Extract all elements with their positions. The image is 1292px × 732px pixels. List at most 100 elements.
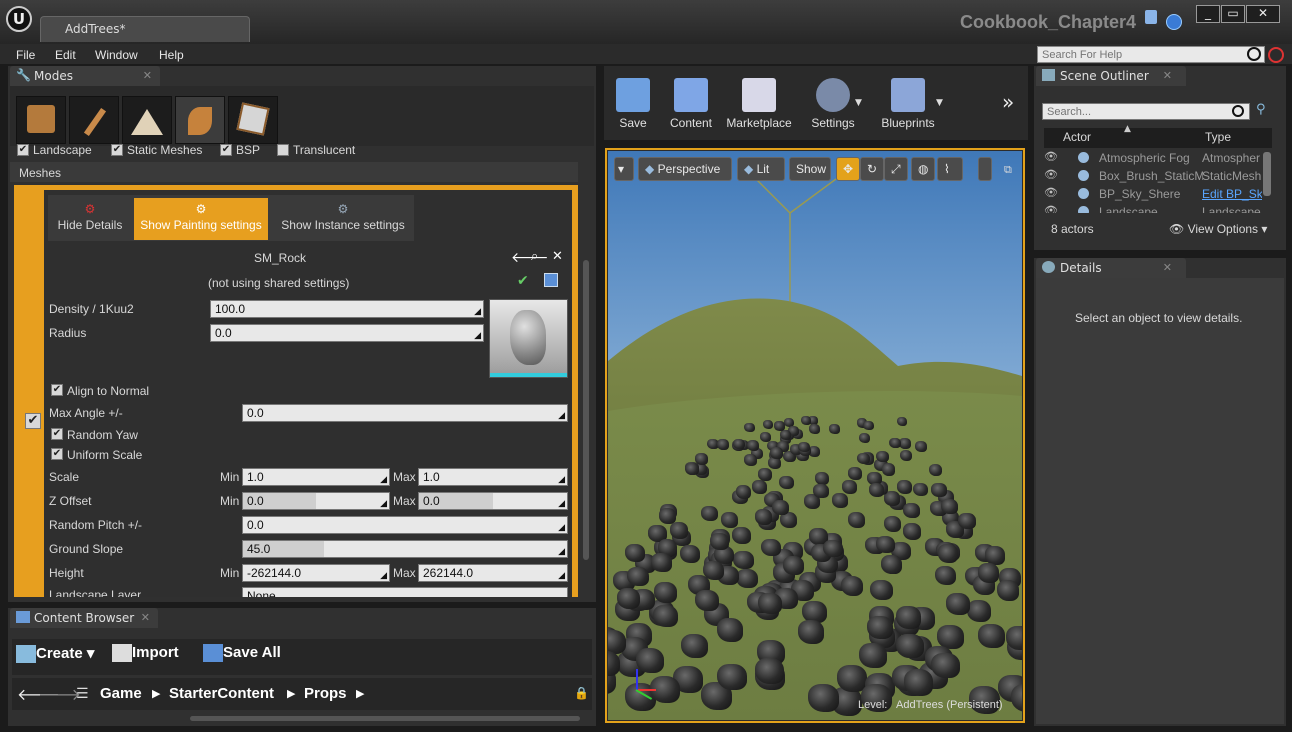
modes-tab[interactable]: 🔧 Modes ✕ bbox=[10, 66, 160, 86]
landscape-filter-checkbox[interactable]: ✔ bbox=[17, 144, 29, 156]
maximize-viewport-icon[interactable]: ⧉ bbox=[1004, 163, 1012, 177]
outliner-scrollbar[interactable] bbox=[1263, 152, 1271, 196]
import-button[interactable]: Import bbox=[112, 644, 179, 668]
settings-dropdown-icon[interactable]: ▼ bbox=[855, 98, 862, 108]
z-offset-min-input[interactable]: 0.0 ◢ bbox=[242, 492, 390, 510]
notification-icon[interactable] bbox=[1166, 14, 1182, 30]
close-button[interactable]: ✕ bbox=[1246, 5, 1280, 23]
type-column-header[interactable]: Type bbox=[1205, 130, 1231, 144]
bsp-filter-checkbox[interactable]: ✔ bbox=[220, 144, 232, 156]
translate-tool-button[interactable]: ✥ bbox=[836, 157, 860, 181]
random-yaw-checkbox[interactable]: ✔ bbox=[51, 428, 63, 440]
outliner-row[interactable]: 👁 BP_Sky_Shere Edit BP_Sk bbox=[1044, 185, 1262, 203]
details-tab[interactable]: Details ✕ bbox=[1036, 258, 1186, 278]
menu-window[interactable]: Window bbox=[95, 48, 138, 62]
actor-type[interactable]: Edit BP_Sk bbox=[1202, 187, 1262, 201]
remove-mesh-icon[interactable]: ✕ bbox=[552, 249, 563, 264]
visibility-eye-icon[interactable]: 👁 bbox=[1044, 186, 1058, 199]
lit-button[interactable]: ◆ Lit bbox=[737, 157, 785, 181]
menu-edit[interactable]: Edit bbox=[55, 48, 76, 62]
path-separator-icon[interactable]: ▶ bbox=[287, 687, 295, 700]
no-entry-icon[interactable] bbox=[1268, 47, 1284, 63]
visibility-eye-icon[interactable]: 👁 bbox=[1044, 150, 1058, 163]
path-starter-content[interactable]: StarterContent bbox=[169, 685, 274, 702]
foliage-mode-button[interactable] bbox=[175, 96, 225, 144]
path-separator-icon[interactable]: ▶ bbox=[152, 687, 160, 700]
rotate-tool-button[interactable]: ↻ bbox=[860, 157, 884, 181]
blueprints-button[interactable]: Blueprints bbox=[876, 70, 940, 136]
outliner-row[interactable]: 👁 Box_Brush_StaticM StaticMesh bbox=[1044, 167, 1262, 185]
hide-details-button[interactable]: ⚙ Hide Details bbox=[50, 198, 130, 240]
source-control-icon[interactable] bbox=[1145, 10, 1157, 24]
marketplace-button[interactable]: Marketplace bbox=[722, 70, 796, 136]
ground-slope-input[interactable]: 45.0 ◢ bbox=[242, 540, 568, 558]
viewport-options-button[interactable]: ▾ bbox=[614, 157, 634, 181]
perspective-button[interactable]: ◆ Perspective bbox=[638, 157, 732, 181]
visibility-eye-icon[interactable]: 👁 bbox=[1044, 204, 1058, 213]
mesh-thumbnail[interactable] bbox=[489, 299, 568, 378]
content-button[interactable]: Content bbox=[664, 70, 718, 136]
save-settings-icon[interactable] bbox=[544, 273, 558, 287]
outliner-search-input[interactable] bbox=[1042, 103, 1250, 120]
translucent-filter-checkbox[interactable] bbox=[277, 144, 289, 156]
save-button[interactable]: Save bbox=[610, 70, 656, 136]
outliner-row[interactable]: 👁 Landscape Landscape bbox=[1044, 203, 1262, 213]
save-all-button[interactable]: Save All bbox=[203, 644, 281, 668]
folder-list-icon[interactable]: ☰ bbox=[76, 686, 89, 702]
lock-icon[interactable]: 🔒 bbox=[574, 686, 589, 700]
static-meshes-filter-checkbox[interactable]: ✔ bbox=[111, 144, 123, 156]
scale-min-input[interactable]: 1.0 ◢ bbox=[242, 468, 390, 486]
minimize-button[interactable]: _ bbox=[1196, 5, 1220, 23]
maximize-button[interactable]: ▭ bbox=[1221, 5, 1245, 23]
place-mode-button[interactable] bbox=[16, 96, 66, 144]
forward-arrow-icon[interactable]: 🡒 bbox=[38, 684, 81, 704]
path-props[interactable]: Props bbox=[304, 685, 347, 702]
scale-max-input[interactable]: 1.0 ◢ bbox=[418, 468, 568, 486]
search-icon[interactable] bbox=[1247, 47, 1261, 61]
more-chevron-icon[interactable]: » bbox=[1002, 90, 1014, 114]
close-icon[interactable]: ✕ bbox=[1163, 261, 1172, 274]
show-painting-settings-button[interactable]: ⚙ Show Painting settings bbox=[134, 198, 268, 240]
max-angle-input[interactable]: 0.0 ◢ bbox=[242, 404, 568, 422]
height-max-input[interactable]: 262144.0 ◢ bbox=[418, 564, 568, 582]
unreal-logo-icon[interactable]: U bbox=[6, 6, 32, 32]
surface-snap-button[interactable]: ⌇ bbox=[937, 157, 963, 181]
path-game[interactable]: Game bbox=[100, 685, 142, 702]
add-filter-icon[interactable]: ⚲ bbox=[1256, 102, 1266, 117]
menu-file[interactable]: File bbox=[16, 48, 35, 62]
z-offset-max-input[interactable]: 0.0 ◢ bbox=[418, 492, 568, 510]
view-options-button[interactable]: 👁 View Options ▾ bbox=[1169, 222, 1267, 236]
actor-column-header[interactable]: Actor bbox=[1063, 130, 1091, 144]
level-tab[interactable]: AddTrees* bbox=[40, 16, 250, 42]
path-separator-icon[interactable]: ▶ bbox=[356, 687, 364, 700]
sort-ascending-icon[interactable]: ▲ bbox=[1124, 124, 1131, 134]
use-selected-arrow-icon[interactable]: 🡐 bbox=[511, 249, 549, 266]
visibility-eye-icon[interactable]: 👁 bbox=[1044, 168, 1058, 181]
scene-outliner-tab[interactable]: Scene Outliner ✕ bbox=[1036, 66, 1186, 86]
content-scrollbar[interactable] bbox=[190, 716, 580, 721]
height-min-input[interactable]: -262144.0 ◢ bbox=[242, 564, 390, 582]
uniform-scale-checkbox[interactable]: ✔ bbox=[51, 448, 63, 460]
show-button[interactable]: Show bbox=[789, 157, 831, 181]
modes-scrollbar[interactable] bbox=[583, 260, 589, 560]
landscape-layer-input[interactable]: None bbox=[242, 587, 568, 597]
help-search-input[interactable] bbox=[1037, 46, 1265, 63]
close-icon[interactable]: ✕ bbox=[143, 69, 152, 82]
blueprints-dropdown-icon[interactable]: ▼ bbox=[936, 98, 943, 108]
radius-input[interactable]: 0.0 ◢ bbox=[210, 324, 484, 342]
show-instance-settings-button[interactable]: ⚙ Show Instance settings bbox=[276, 198, 410, 240]
viewport-extra-button[interactable] bbox=[978, 157, 992, 181]
close-icon[interactable]: ✕ bbox=[141, 611, 150, 624]
outliner-row[interactable]: 👁 Atmospheric Fog Atmospher bbox=[1044, 149, 1262, 167]
align-to-normal-checkbox[interactable]: ✔ bbox=[51, 384, 63, 396]
world-local-button[interactable]: ◍ bbox=[911, 157, 935, 181]
close-icon[interactable]: ✕ bbox=[1163, 69, 1172, 82]
browse-search-icon[interactable]: ⌕ bbox=[531, 249, 538, 264]
menu-help[interactable]: Help bbox=[159, 48, 184, 62]
landscape-mode-button[interactable] bbox=[122, 96, 172, 144]
scale-tool-button[interactable]: ⤢ bbox=[884, 157, 908, 181]
geometry-mode-button[interactable] bbox=[228, 96, 278, 144]
copy-settings-icon[interactable]: ✔ bbox=[517, 273, 529, 289]
content-browser-tab[interactable]: Content Browser ✕ bbox=[10, 608, 158, 628]
create-button[interactable]: Create ▾ bbox=[16, 644, 94, 668]
